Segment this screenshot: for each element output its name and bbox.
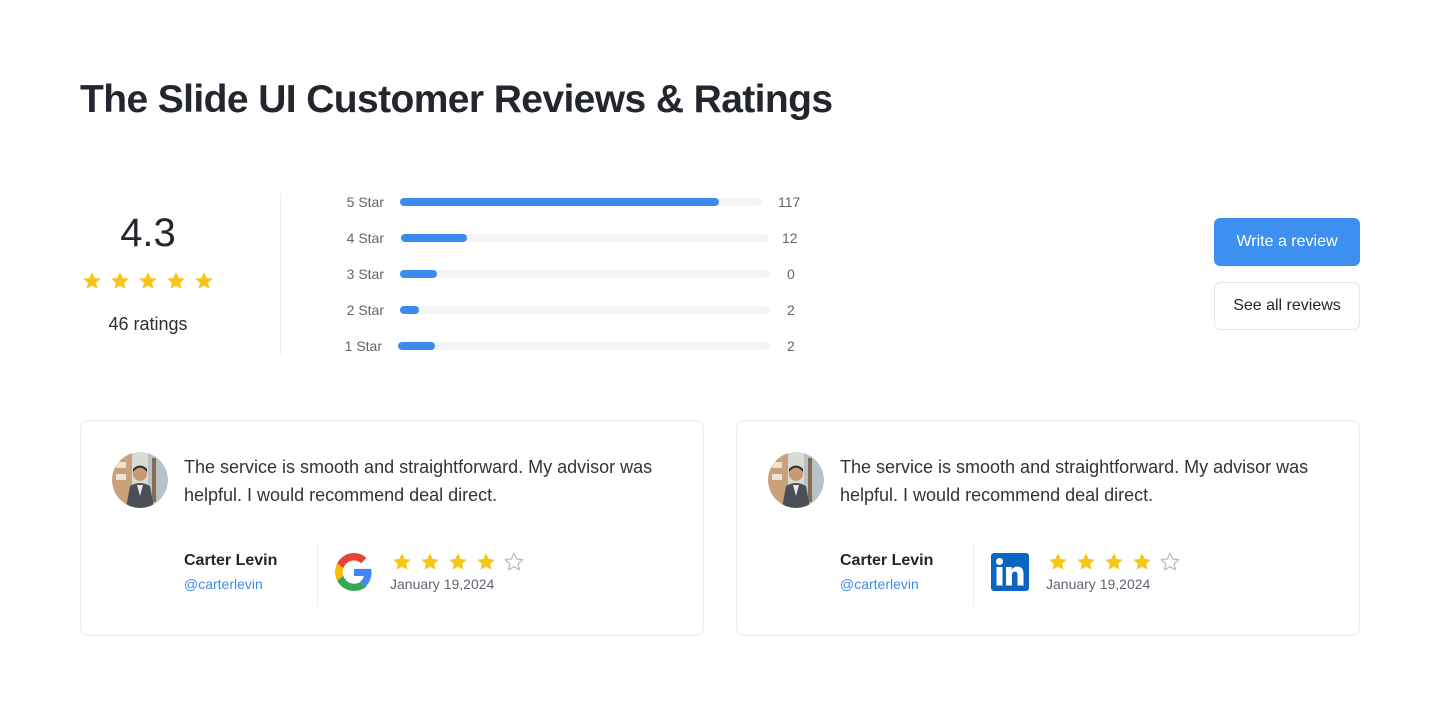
card-divider [317,541,318,605]
review-card: The service is smooth and straightforwar… [80,420,704,636]
distribution-fill [400,198,719,206]
reviewer-handle-link[interactable]: @carterlevin [184,576,263,592]
review-text: The service is smooth and straightforwar… [184,457,653,505]
distribution-count: 2 [787,338,795,354]
distribution-label: 5 Star [346,194,384,210]
distribution-label: 3 Star [346,266,384,282]
review-card: The service is smooth and straightforwar… [736,420,1360,636]
distribution-row-4: 4 Star 12 [330,228,810,248]
avatar-image [768,452,824,508]
star-icon [111,272,129,289]
star-outline-icon [504,552,524,571]
star-icon [421,553,439,570]
review-stars [391,551,525,573]
review-stars [1047,551,1181,573]
review-date: January 19,2024 [1046,576,1151,592]
review-text: The service is smooth and straightforwar… [840,457,1309,505]
star-icon [1077,553,1095,570]
card-divider [973,541,974,605]
distribution-row-3: 3 Star 0 [330,264,810,284]
distribution-fill [398,342,436,350]
star-icon [477,553,495,570]
star-icon [1105,553,1123,570]
star-icon [1049,553,1067,570]
distribution-label: 4 Star [346,230,384,246]
summary-divider [280,193,281,355]
star-icon [139,272,157,289]
distribution-label: 2 Star [346,302,384,318]
see-all-reviews-button[interactable]: See all reviews [1214,282,1360,330]
star-icon [449,553,467,570]
distribution-row-5: 5 Star 117 [330,192,810,212]
avatar-image [112,452,168,508]
distribution-track [401,234,769,242]
distribution-track [400,270,770,278]
star-icon [195,272,213,289]
star-icon [1133,553,1151,570]
distribution-track [398,342,770,350]
distribution-count: 117 [778,194,801,210]
distribution-count: 12 [782,230,798,246]
distribution-count: 2 [787,302,795,318]
star-icon [83,272,101,289]
distribution-count: 0 [787,266,795,282]
distribution-fill [400,306,419,314]
avatar [112,452,168,508]
star-icon [393,553,411,570]
distribution-fill [401,234,468,242]
reviewer-handle-link[interactable]: @carterlevin [840,576,919,592]
linkedin-icon [991,553,1029,591]
distribution-label: 1 Star [344,338,382,354]
review-date: January 19,2024 [390,576,495,592]
distribution-fill [400,270,437,278]
distribution-track [400,306,770,314]
star-icon [167,272,185,289]
google-icon [335,553,372,591]
ratings-count: 46 ratings [108,314,188,334]
distribution-row-2: 2 Star 2 [330,300,810,320]
average-stars [80,270,216,292]
page-title: The Slide UI Customer Reviews & Ratings [80,78,833,121]
reviewer-name: Carter Levin [184,552,278,569]
distribution-track [400,198,762,206]
distribution-row-1: 1 Star 2 [330,336,810,356]
reviewer-name: Carter Levin [840,552,934,569]
write-review-button[interactable]: Write a review [1214,218,1360,266]
average-rating: 4.3 [120,211,176,255]
avatar [768,452,824,508]
star-outline-icon [1160,552,1180,571]
